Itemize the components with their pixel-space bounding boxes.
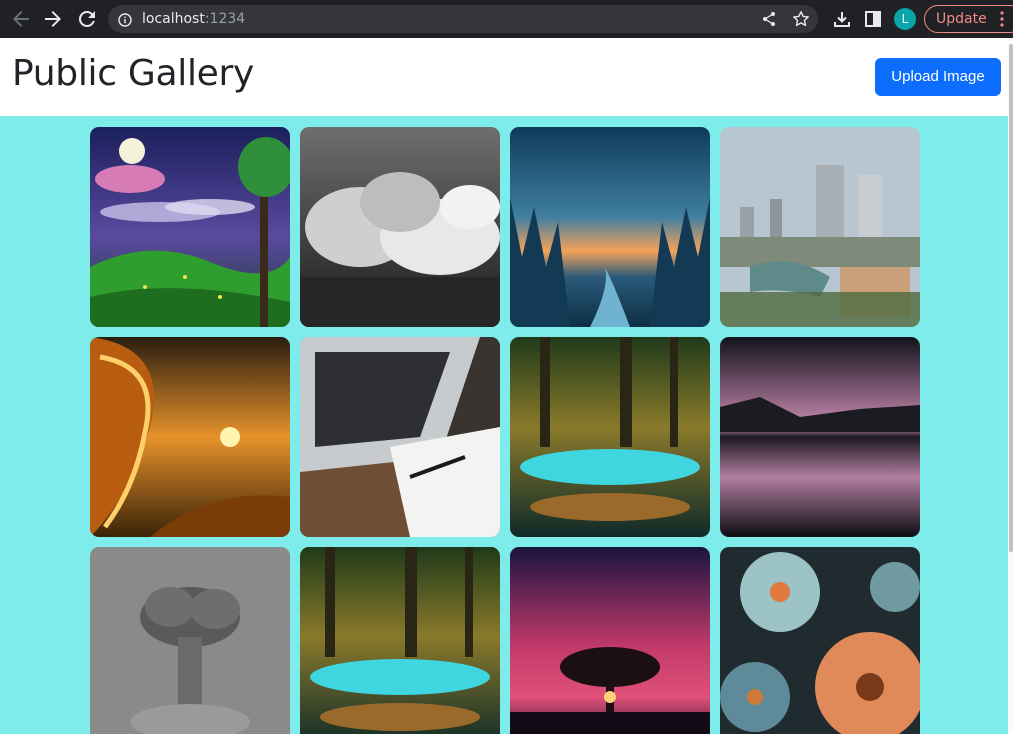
gallery-image-tree-sunset[interactable] xyxy=(510,547,710,734)
bookmark-star-icon[interactable] xyxy=(792,10,810,28)
gallery-image-laptop-desk[interactable] xyxy=(300,337,500,537)
profile-avatar[interactable]: L xyxy=(894,8,916,30)
browser-toolbar: localhost:1234 L Update xyxy=(0,0,1013,38)
gallery-image-enchanted-forest[interactable] xyxy=(510,337,710,537)
gallery-image-golden-wave[interactable] xyxy=(90,337,290,537)
upload-image-button[interactable]: Upload Image xyxy=(875,58,1001,96)
gallery-image-city-aerial[interactable] xyxy=(720,127,920,327)
gallery-image-bw-clouds[interactable] xyxy=(300,127,500,327)
site-header: Public Gallery Upload Image xyxy=(0,38,1013,116)
scrollbar-thumb[interactable] xyxy=(1009,44,1013,552)
url-text: localhost:1234 xyxy=(142,11,246,27)
download-icon[interactable] xyxy=(832,9,852,29)
gallery-image-forest-valley[interactable] xyxy=(510,127,710,327)
gallery-image-night-meadow[interactable] xyxy=(90,127,290,327)
forward-icon[interactable] xyxy=(41,7,65,31)
side-panel-icon[interactable] xyxy=(863,9,883,29)
gallery-image-smoke-cloud[interactable] xyxy=(90,547,290,734)
gallery-image-coral-flowers[interactable] xyxy=(720,547,920,734)
back-icon[interactable] xyxy=(9,7,33,31)
page-title: Public Gallery xyxy=(12,53,254,94)
address-bar[interactable]: localhost:1234 xyxy=(108,5,818,33)
reload-icon[interactable] xyxy=(75,7,99,31)
share-icon[interactable] xyxy=(760,10,778,28)
gallery-image-enchanted-forest-2[interactable] xyxy=(300,547,500,734)
menu-kebab-icon[interactable] xyxy=(1000,10,1004,28)
site-info-icon[interactable] xyxy=(118,12,132,27)
image-gallery xyxy=(90,127,920,734)
gallery-image-pink-lake[interactable] xyxy=(720,337,920,537)
